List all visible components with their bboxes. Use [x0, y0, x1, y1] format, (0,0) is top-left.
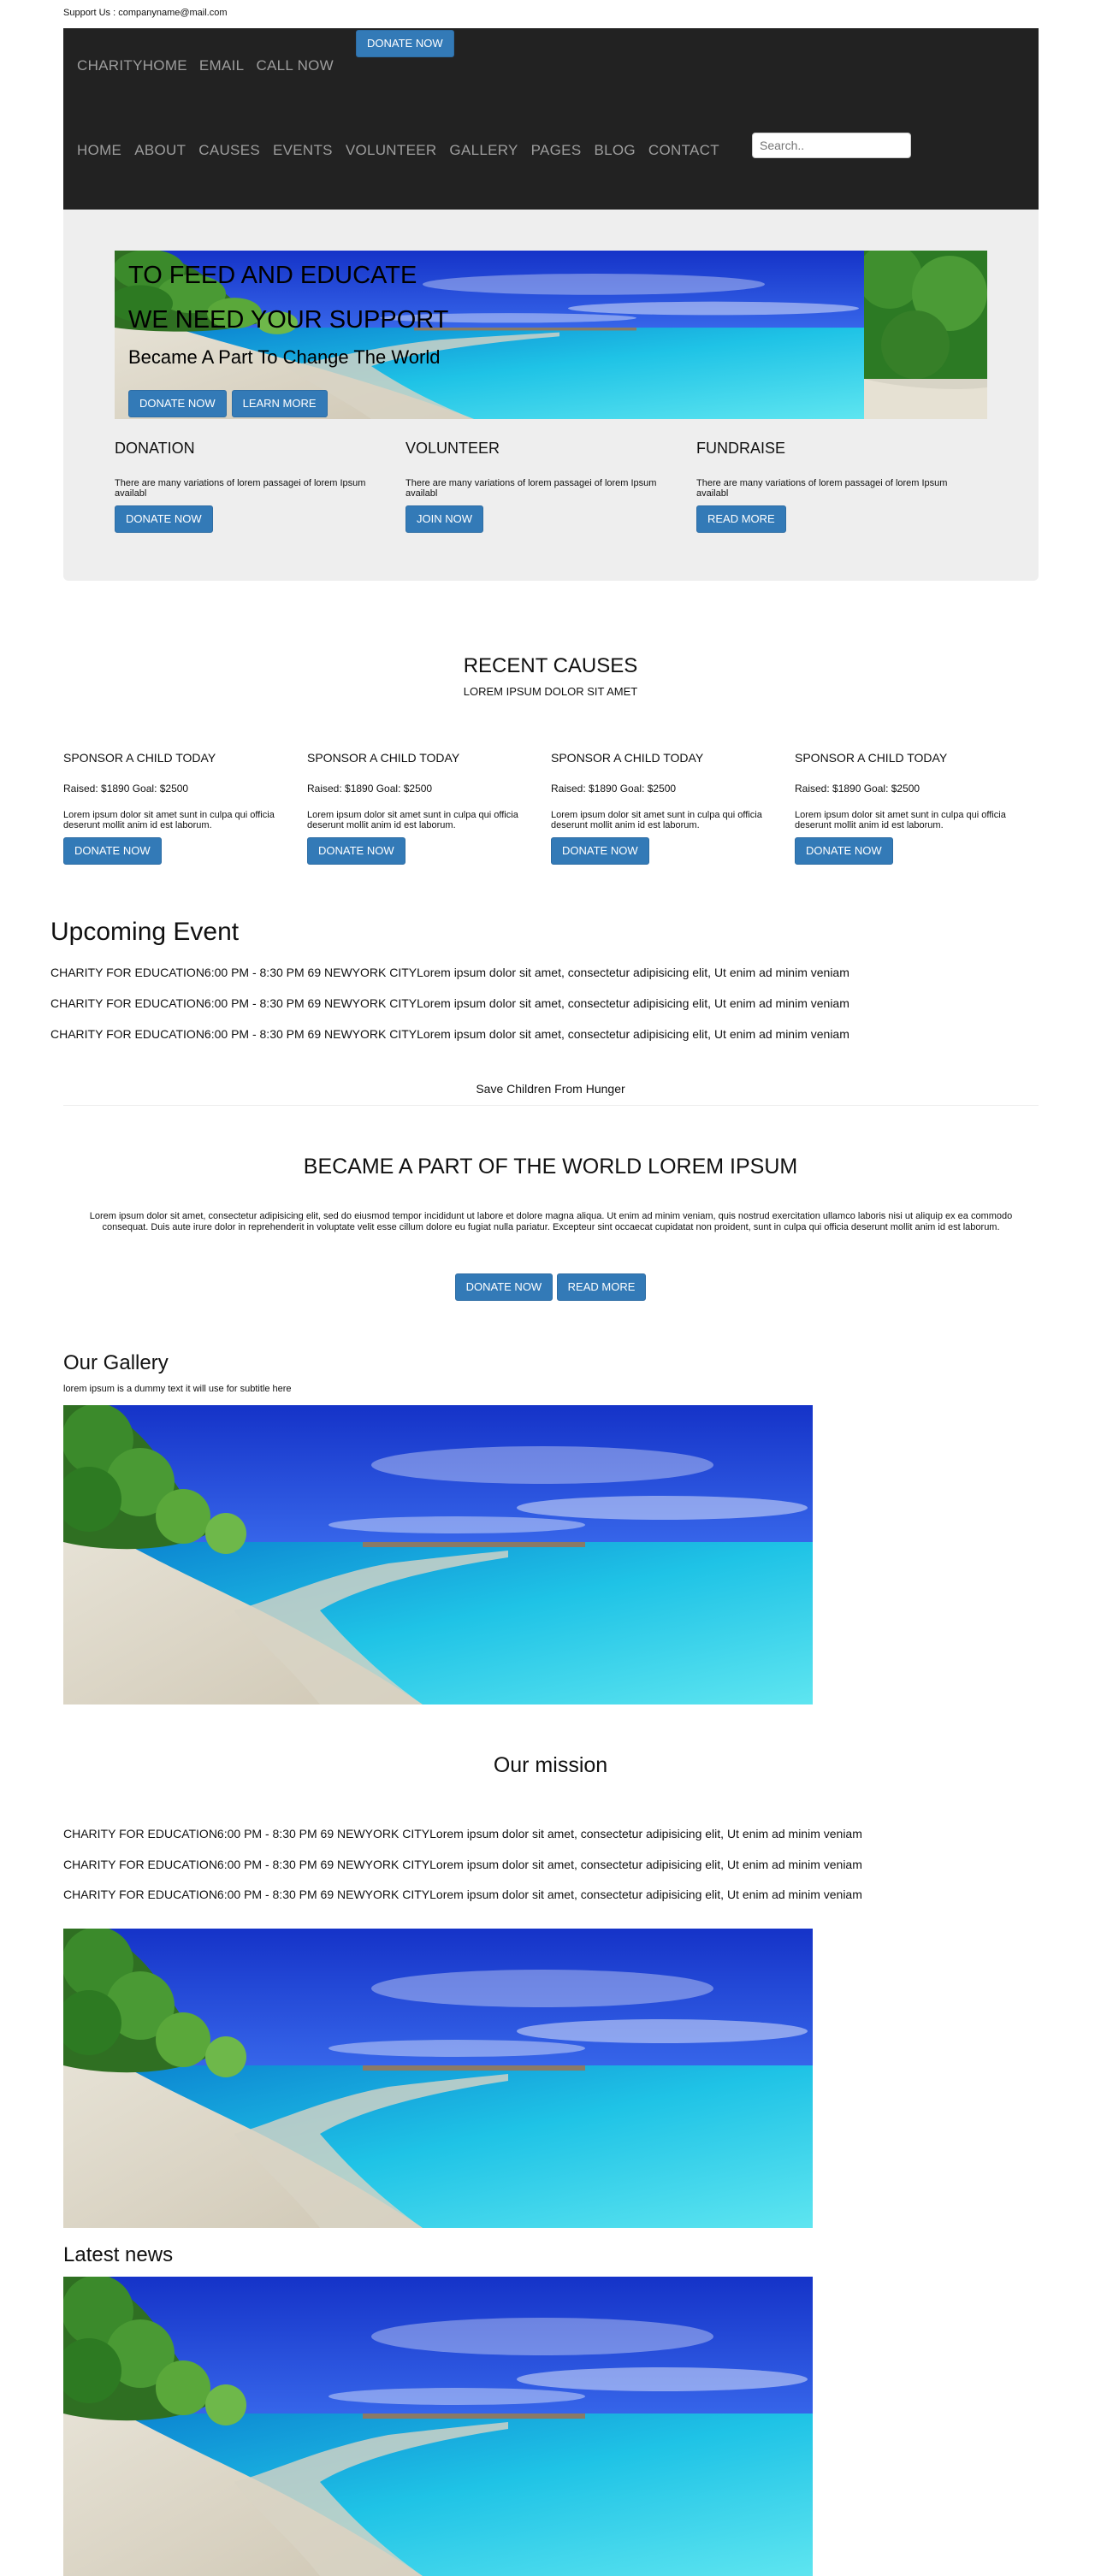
feature-volunteer: VOLUNTEER There are many variations of l… — [405, 440, 688, 533]
hero-subtitle: Became A Part To Change The World — [128, 346, 441, 368]
nav-link-pages[interactable]: PAGES — [531, 142, 582, 159]
cause-card: SPONSOR A CHILD TODAY Raised: $1890 Goal… — [307, 751, 547, 865]
hero-donate-button[interactable]: DONATE NOW — [128, 390, 227, 417]
event-item: CHARITY FOR EDUCATION6:00 PM - 8:30 PM 6… — [50, 1027, 849, 1041]
cause-donate-button[interactable]: DONATE NOW — [551, 837, 649, 865]
feature-title: DONATION — [115, 440, 195, 457]
nav-link-call-now[interactable]: CALL NOW — [256, 57, 334, 74]
feature-title: FUNDRAISE — [696, 440, 786, 457]
save-children-text: Save Children From Hunger — [476, 1082, 625, 1096]
cause-title: SPONSOR A CHILD TODAY — [63, 751, 216, 765]
cause-text: Lorem ipsum dolor sit amet sunt in culpa… — [63, 810, 275, 830]
causes-title: RECENT CAUSES — [463, 654, 638, 677]
gallery-title: Our Gallery — [63, 1351, 169, 1374]
became-part-buttons: DONATE NOW READ MORE — [0, 1273, 1101, 1301]
news-image — [63, 2277, 813, 2576]
mission-item: CHARITY FOR EDUCATION6:00 PM - 8:30 PM 6… — [63, 1858, 862, 1871]
hero-text: TO FEED AND EDUCATE WE NEED YOUR SUPPORT… — [128, 261, 448, 369]
cause-donate-button[interactable]: DONATE NOW — [307, 837, 405, 865]
cause-title: SPONSOR A CHILD TODAY — [307, 751, 460, 765]
mission-item: CHARITY FOR EDUCATION6:00 PM - 8:30 PM 6… — [63, 1888, 862, 1901]
feature-title: VOLUNTEER — [405, 440, 500, 457]
navbar: CHARITYHOME EMAIL CALL NOW DONATE NOW HO… — [63, 28, 1039, 210]
nav-link-events[interactable]: EVENTS — [273, 142, 333, 159]
feature-read-more-button[interactable]: READ MORE — [696, 505, 786, 533]
causes-subtitle: LOREM IPSUM DOLOR SIT AMET — [463, 685, 638, 698]
nav-link-contact[interactable]: CONTACT — [648, 142, 719, 159]
hero-title-2: WE NEED YOUR SUPPORT — [128, 306, 449, 334]
feature-text: There are many variations of lorem passa… — [696, 478, 948, 499]
hero-buttons: DONATE NOW LEARN MORE — [128, 390, 328, 417]
cause-donate-button[interactable]: DONATE NOW — [795, 837, 893, 865]
cause-title: SPONSOR A CHILD TODAY — [795, 751, 948, 765]
hero-slider: TO FEED AND EDUCATE WE NEED YOUR SUPPORT… — [115, 251, 987, 419]
became-read-more-button[interactable]: READ MORE — [556, 1273, 647, 1301]
nav-link-charityhome[interactable]: CHARITYHOME — [77, 57, 187, 74]
nav-link-about[interactable]: ABOUT — [134, 142, 186, 159]
feature-text: There are many variations of lorem passa… — [405, 478, 657, 499]
feature-fundraise: FUNDRAISE There are many variations of l… — [696, 440, 979, 533]
nav-main-links: HOME ABOUT CAUSES EVENTS VOLUNTEER GALLE… — [77, 142, 719, 159]
hero-title-1: TO FEED AND EDUCATE — [128, 262, 417, 289]
nav-link-email[interactable]: EMAIL — [199, 57, 245, 74]
cause-raised: Raised: $1890 Goal: $2500 — [63, 783, 189, 795]
divider — [63, 1105, 1039, 1106]
gallery-subtitle: lorem ipsum is a dummy text it will use … — [63, 1384, 292, 1394]
latest-news-title: Latest news — [63, 2243, 174, 2266]
cause-title: SPONSOR A CHILD TODAY — [551, 751, 704, 765]
nav-top-links: CHARITYHOME EMAIL CALL NOW — [77, 57, 334, 74]
cause-text: Lorem ipsum dolor sit amet sunt in culpa… — [307, 810, 518, 830]
cause-donate-button[interactable]: DONATE NOW — [63, 837, 162, 865]
cause-text: Lorem ipsum dolor sit amet sunt in culpa… — [795, 810, 1006, 830]
feature-donate-button[interactable]: DONATE NOW — [115, 505, 213, 533]
cause-raised: Raised: $1890 Goal: $2500 — [795, 783, 920, 795]
nav-link-blog[interactable]: BLOG — [594, 142, 635, 159]
feature-join-button[interactable]: JOIN NOW — [405, 505, 483, 533]
event-item: CHARITY FOR EDUCATION6:00 PM - 8:30 PM 6… — [50, 996, 849, 1010]
support-email: Support Us : companyname@mail.com — [63, 8, 228, 18]
cause-card: SPONSOR A CHILD TODAY Raised: $1890 Goal… — [795, 751, 1034, 865]
nav-link-causes[interactable]: CAUSES — [198, 142, 260, 159]
nav-link-home[interactable]: HOME — [77, 142, 121, 159]
nav-link-volunteer[interactable]: VOLUNTEER — [346, 142, 437, 159]
feature-text: There are many variations of lorem passa… — [115, 478, 366, 499]
feature-donation: DONATION There are many variations of lo… — [115, 440, 397, 533]
mission-item: CHARITY FOR EDUCATION6:00 PM - 8:30 PM 6… — [63, 1827, 862, 1840]
hero-learn-more-button[interactable]: LEARN MORE — [231, 390, 328, 417]
mission-image — [63, 1929, 813, 2228]
cause-card: SPONSOR A CHILD TODAY Raised: $1890 Goal… — [551, 751, 790, 865]
became-part-title: BECAME A PART OF THE WORLD LOREM IPSUM — [303, 1155, 798, 1179]
nav-donate-button[interactable]: DONATE NOW — [356, 30, 454, 57]
cause-text: Lorem ipsum dolor sit amet sunt in culpa… — [551, 810, 762, 830]
nav-link-gallery[interactable]: GALLERY — [449, 142, 518, 159]
mission-title: Our mission — [493, 1753, 608, 1777]
became-part-text: Lorem ipsum dolor sit amet, consectetur … — [89, 1211, 1013, 1232]
cause-card: SPONSOR A CHILD TODAY Raised: $1890 Goal… — [63, 751, 303, 865]
gallery-image — [63, 1405, 813, 1705]
cause-raised: Raised: $1890 Goal: $2500 — [307, 783, 433, 795]
upcoming-event-title: Upcoming Event — [50, 918, 240, 946]
hero-jumbotron: TO FEED AND EDUCATE WE NEED YOUR SUPPORT… — [63, 210, 1039, 581]
became-donate-button[interactable]: DONATE NOW — [454, 1273, 553, 1301]
search-input[interactable] — [752, 133, 911, 158]
event-item: CHARITY FOR EDUCATION6:00 PM - 8:30 PM 6… — [50, 966, 849, 979]
cause-raised: Raised: $1890 Goal: $2500 — [551, 783, 677, 795]
